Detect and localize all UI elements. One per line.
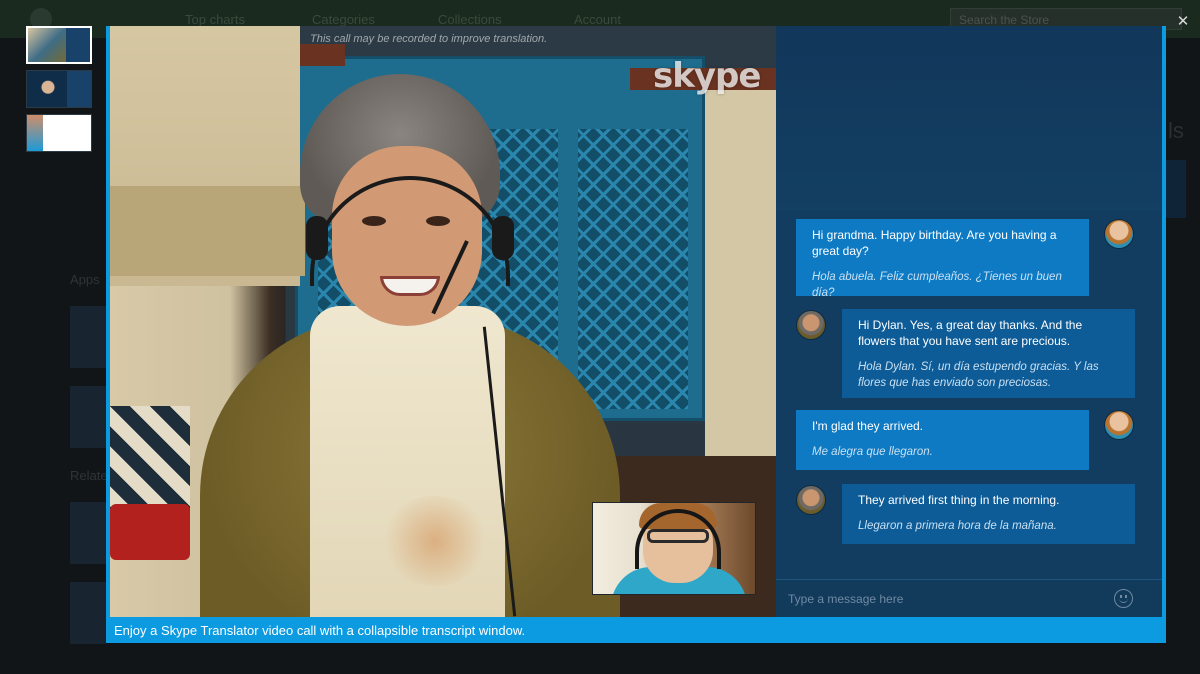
section-apps-heading: Apps bbox=[70, 272, 100, 287]
avatar-grandma bbox=[796, 310, 826, 340]
message-composer bbox=[776, 579, 1162, 617]
emoji-icon[interactable] bbox=[1114, 589, 1133, 608]
background-heading-fragment: ls bbox=[1168, 118, 1184, 143]
headset-earpiece bbox=[306, 216, 328, 260]
avatar-grandma bbox=[796, 485, 826, 515]
skype-watermark: skype bbox=[653, 56, 761, 96]
message-bubble-sent: Hi grandma. Happy birthday. Are you havi… bbox=[796, 219, 1089, 299]
nav-account: Account bbox=[574, 12, 621, 27]
close-icon[interactable]: ✕ bbox=[1174, 12, 1192, 30]
nav-collections: Collections bbox=[438, 12, 502, 27]
nav-categories: Categories bbox=[312, 12, 375, 27]
message-original: They arrived first thing in the morning. bbox=[858, 493, 1060, 507]
message-bubble-sent: I'm glad they arrived. Me alegra que lle… bbox=[796, 410, 1089, 470]
avatar-dylan bbox=[1104, 410, 1134, 440]
thumbnail-transcript-preview bbox=[66, 28, 90, 62]
kitchen-hood-base bbox=[110, 186, 305, 276]
app-tile bbox=[70, 502, 106, 564]
headset-earpiece bbox=[492, 216, 514, 260]
message-original: Hi Dylan. Yes, a great day thanks. And t… bbox=[858, 318, 1083, 348]
video-call-area: This call may be recorded to improve tra… bbox=[110, 26, 776, 617]
apron-embroidery bbox=[380, 496, 490, 586]
nav-top-charts: Top charts bbox=[185, 12, 245, 27]
thumbnail-2[interactable] bbox=[26, 70, 92, 108]
app-tile bbox=[70, 386, 106, 448]
screenshot-caption: Enjoy a Skype Translator video call with… bbox=[106, 619, 1166, 643]
cabinet-lattice bbox=[578, 129, 688, 409]
message-bubble-received: Hi Dylan. Yes, a great day thanks. And t… bbox=[842, 309, 1135, 398]
message-original: I'm glad they arrived. bbox=[812, 419, 924, 433]
message-translation: Hola Dylan. Sí, un día estupendo gracias… bbox=[858, 361, 1099, 389]
thumbnail-1[interactable] bbox=[26, 26, 92, 64]
app-tile bbox=[70, 582, 106, 644]
thumbnail-video-preview bbox=[28, 28, 70, 62]
self-view-video[interactable] bbox=[592, 502, 756, 595]
message-original: Hi grandma. Happy birthday. Are you havi… bbox=[812, 228, 1057, 258]
transcript-panel: Hi grandma. Happy birthday. Are you havi… bbox=[776, 26, 1162, 617]
message-bubble-received: They arrived first thing in the morning.… bbox=[842, 484, 1135, 544]
emoji-mouth bbox=[1119, 598, 1128, 603]
app-tile bbox=[70, 306, 106, 368]
avatar-dylan bbox=[1104, 219, 1134, 249]
message-translation: Llegaron a primera hora de la mañana. bbox=[858, 520, 1057, 532]
message-translation: Me alegra que llegaron. bbox=[812, 446, 933, 458]
thumbnail-video-preview bbox=[27, 71, 69, 107]
thumbnail-3[interactable] bbox=[26, 114, 92, 152]
message-translation: Hola abuela. Feliz cumpleaños. ¿Tienes u… bbox=[812, 271, 1062, 299]
message-input[interactable] bbox=[788, 588, 1108, 610]
recording-notice: This call may be recorded to improve tra… bbox=[310, 33, 548, 45]
red-pot bbox=[110, 504, 190, 560]
background-button-fragment bbox=[1164, 160, 1186, 218]
screenshot-lightbox: This call may be recorded to improve tra… bbox=[106, 26, 1166, 643]
transcript-empty-area bbox=[776, 26, 1162, 211]
thumbnail-transcript-preview bbox=[67, 71, 91, 107]
thumbnail-transcript-preview bbox=[43, 115, 91, 151]
